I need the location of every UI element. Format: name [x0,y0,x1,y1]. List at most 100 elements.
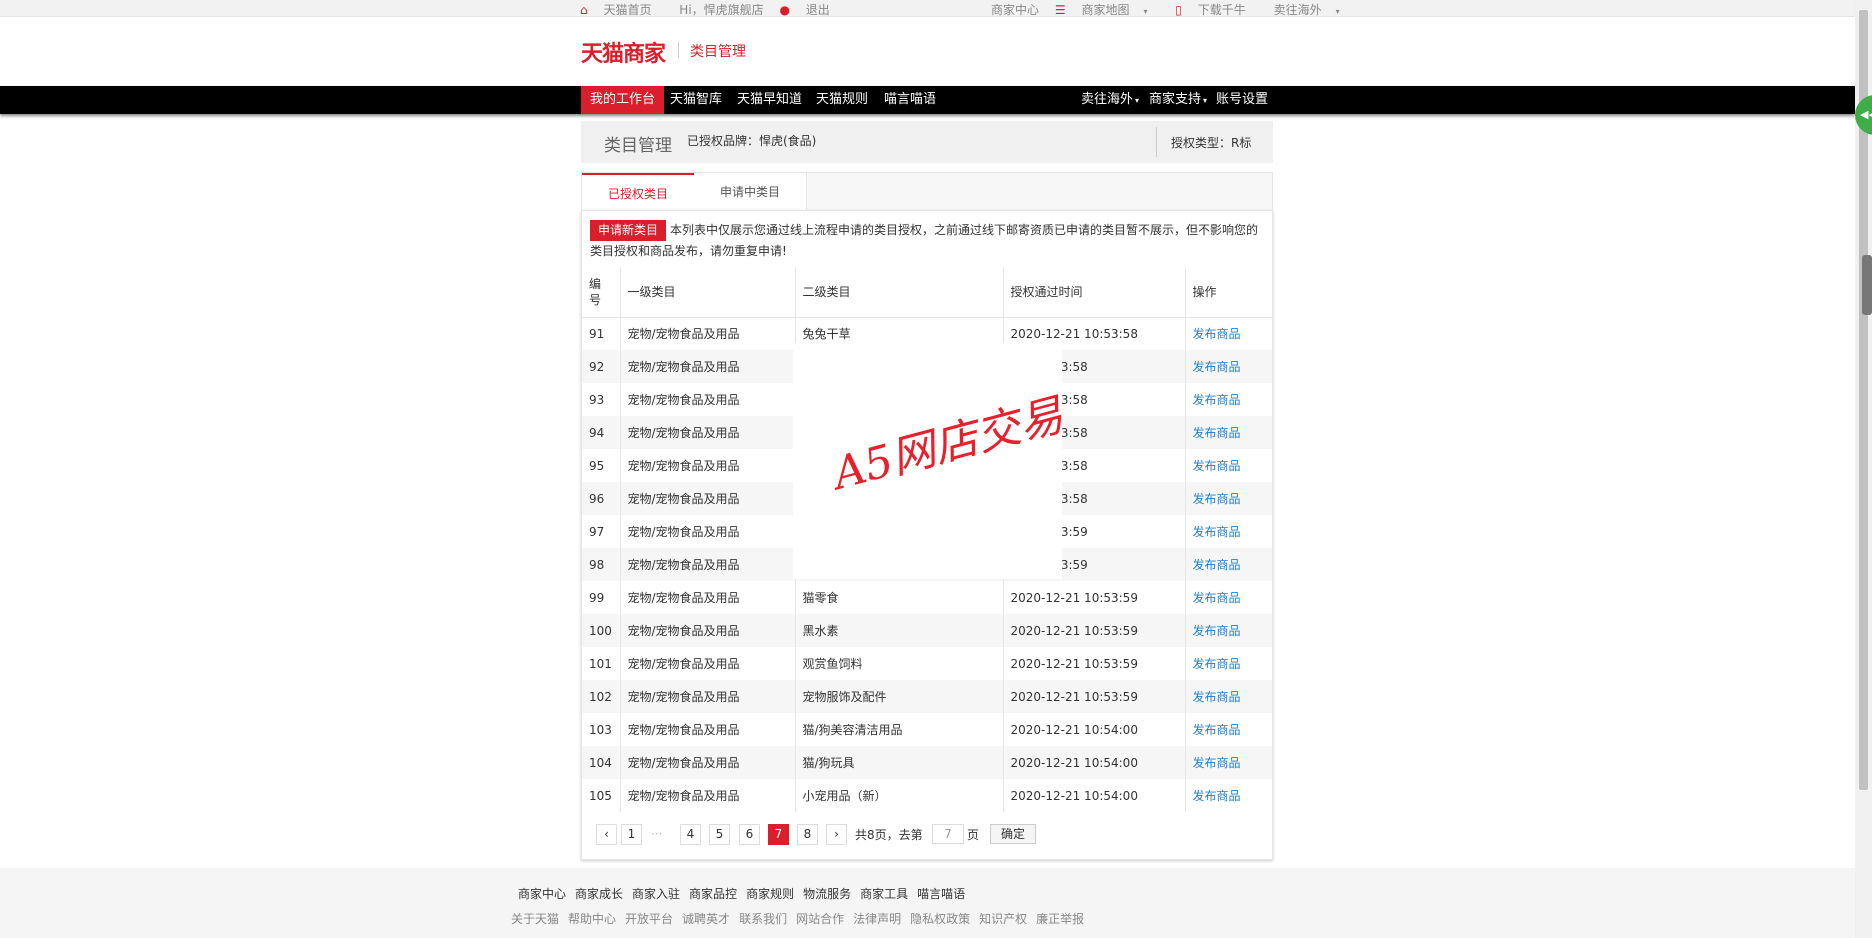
row-id: 100 [582,614,621,647]
tab-authorized[interactable]: 已授权类目 [582,173,694,211]
prev-page-button[interactable]: ‹ [596,824,617,845]
row-action: 发布商品 [1185,680,1272,713]
publish-item-link[interactable]: 发布商品 [1193,525,1241,539]
publish-item-link[interactable]: 发布商品 [1193,789,1241,803]
nav-meow[interactable]: 喵言喵语 [875,86,945,114]
nav-workbench[interactable]: 我的工作台 [581,86,665,114]
section-title: 类目管理 [690,44,746,60]
row-level2: 猫/狗美容清洁用品 [795,713,1004,746]
nav-think-tank[interactable]: 天猫智库 [661,86,731,114]
nav-account[interactable]: 账号设置 [1207,86,1277,114]
publish-item-link[interactable]: 发布商品 [1193,426,1241,440]
list-icon: ☰ [1054,3,1066,17]
confirm-button[interactable]: 确定 [990,824,1036,844]
footer-link[interactable]: 商家工具 [860,887,908,901]
nav-early-know[interactable]: 天猫早知道 [728,86,811,114]
sell-overseas-label: 卖往海外 [1273,3,1322,17]
current-page-button[interactable]: 7 [768,824,789,845]
publish-item-link[interactable]: 发布商品 [1193,558,1241,572]
page-button[interactable]: 4 [680,824,701,845]
footer-link[interactable]: 商家规则 [746,887,794,901]
publish-item-link[interactable]: 发布商品 [1193,459,1241,473]
footer-link[interactable]: 隐私权政策 [910,912,970,926]
sell-overseas-link[interactable]: 卖往海外 ▾ [1274,1,1352,18]
row-id: 99 [582,581,621,614]
page-button[interactable]: 8 [797,824,818,845]
row-level2: 猫/狗玩具 [795,746,1004,779]
publish-item-link[interactable]: 发布商品 [1193,393,1241,407]
footer-secondary-links: 关于天猫 帮助中心 开放平台 诚聘英才 联系我们 网站合作 法律声明 隐私权政策 知识产权 廉正举… [511,910,1093,927]
footer-link[interactable]: 法律声明 [853,912,901,926]
row-level1: 宠物/宠物食品及用品 [620,350,796,383]
publish-item-link[interactable]: 发布商品 [1193,360,1241,374]
row-time: 2020-12-21 10:54:00 [1003,746,1186,779]
row-time: 2020-12-21 10:53:59 [1003,680,1186,713]
footer-link[interactable]: 物流服务 [803,887,851,901]
page-button[interactable]: 5 [709,824,730,845]
row-id: 102 [582,680,621,713]
tmall-logo[interactable]: 天猫商家 [581,36,666,68]
logout-link[interactable]: ● 退出 [779,1,841,18]
footer-link[interactable]: 关于天猫 [511,912,559,926]
footer-link[interactable]: 知识产权 [979,912,1027,926]
publish-item-link[interactable]: 发布商品 [1193,624,1241,638]
publish-item-link[interactable]: 发布商品 [1193,723,1241,737]
publish-item-link[interactable]: 发布商品 [1193,591,1241,605]
footer-link[interactable]: 诚聘英才 [682,912,730,926]
home-link[interactable]: ⌂ 天猫首页 [580,1,663,18]
greeting-text: Hi，悍虎旗舰店 [679,3,764,17]
footer-link[interactable]: 商家品控 [689,887,737,901]
next-page-button[interactable]: › [826,824,847,845]
ww-icon: ● [779,3,790,17]
row-level1: 宠物/宠物食品及用品 [620,548,796,581]
download-link[interactable]: ▯ 下载千牛 [1175,1,1257,18]
row-id: 105 [582,779,621,812]
footer-link[interactable]: 商家入驻 [632,887,680,901]
footer-link[interactable]: 商家中心 [518,887,566,901]
footer-link[interactable]: 商家成长 [575,887,623,901]
row-level1: 宠物/宠物食品及用品 [620,515,796,548]
nav-rules[interactable]: 天猫规则 [807,86,877,114]
footer-link[interactable]: 帮助中心 [568,912,616,926]
publish-item-link[interactable]: 发布商品 [1193,327,1241,341]
side-handle[interactable] [1862,255,1872,315]
header-id: 编号 [582,267,621,318]
page-button[interactable]: 1 [621,824,642,845]
row-time: 2020-12-21 10:53:59 [1003,581,1186,614]
table-row: 101 宠物/宠物食品及用品 观赏鱼饲料 2020-12-21 10:53:59 发布商… [582,647,1272,680]
row-action: 发布商品 [1185,548,1272,581]
footer-link[interactable]: 联系我们 [739,912,787,926]
caret-down-icon: ▾ [1335,7,1340,16]
row-time: 2020-12-21 10:53:59 [1003,614,1186,647]
notice: 申请新类目 本列表中仅展示您通过线上流程申请的类目授权，之前通过线下邮寄资质已申请… [590,220,1266,262]
scrollbar[interactable] [1855,0,1872,938]
merchant-map-link[interactable]: ☰ 商家地图 ▾ [1055,1,1160,18]
category-tabs: 已授权类目 申请中类目 [581,172,1273,211]
publish-item-link[interactable]: 发布商品 [1193,690,1241,704]
goto-page-input[interactable]: 7 [932,824,964,844]
merchant-center-link[interactable]: 商家中心 [991,1,1039,18]
page-title-bar: 类目管理 已授权品牌：悍虎(食品) 授权类型：R标 [581,121,1273,163]
publish-item-link[interactable]: 发布商品 [1193,756,1241,770]
row-level1: 宠物/宠物食品及用品 [620,449,796,482]
apply-category-button[interactable]: 申请新类目 [590,220,667,241]
authorized-brand: 已授权品牌：悍虎(食品) [687,134,817,148]
table-row: 103 宠物/宠物食品及用品 猫/狗美容清洁用品 2020-12-21 10:54:0… [582,713,1272,746]
footer-link[interactable]: 网站合作 [796,912,844,926]
row-level1: 宠物/宠物食品及用品 [620,680,796,713]
nav-support[interactable]: 商家支持 ▾ [1140,86,1216,114]
tab-applying[interactable]: 申请中类目 [694,173,807,211]
row-id: 93 [582,383,621,416]
auth-type: 授权类型：R标 [1171,136,1252,150]
footer-link[interactable]: 喵言喵语 [917,887,965,901]
row-time: 2020-12-21 10:53:59 [1003,647,1186,680]
table-row: 100 宠物/宠物食品及用品 黑水素 2020-12-21 10:53:59 发布商品 [582,614,1272,647]
home-icon: ⌂ [580,3,588,17]
footer-link[interactable]: 廉正举报 [1036,912,1084,926]
footer-link[interactable]: 开放平台 [625,912,673,926]
page-button[interactable]: 6 [739,824,760,845]
nav-overseas[interactable]: 卖往海外 ▾ [1072,86,1148,114]
publish-item-link[interactable]: 发布商品 [1193,657,1241,671]
publish-item-link[interactable]: 发布商品 [1193,492,1241,506]
header-divider [678,42,679,58]
